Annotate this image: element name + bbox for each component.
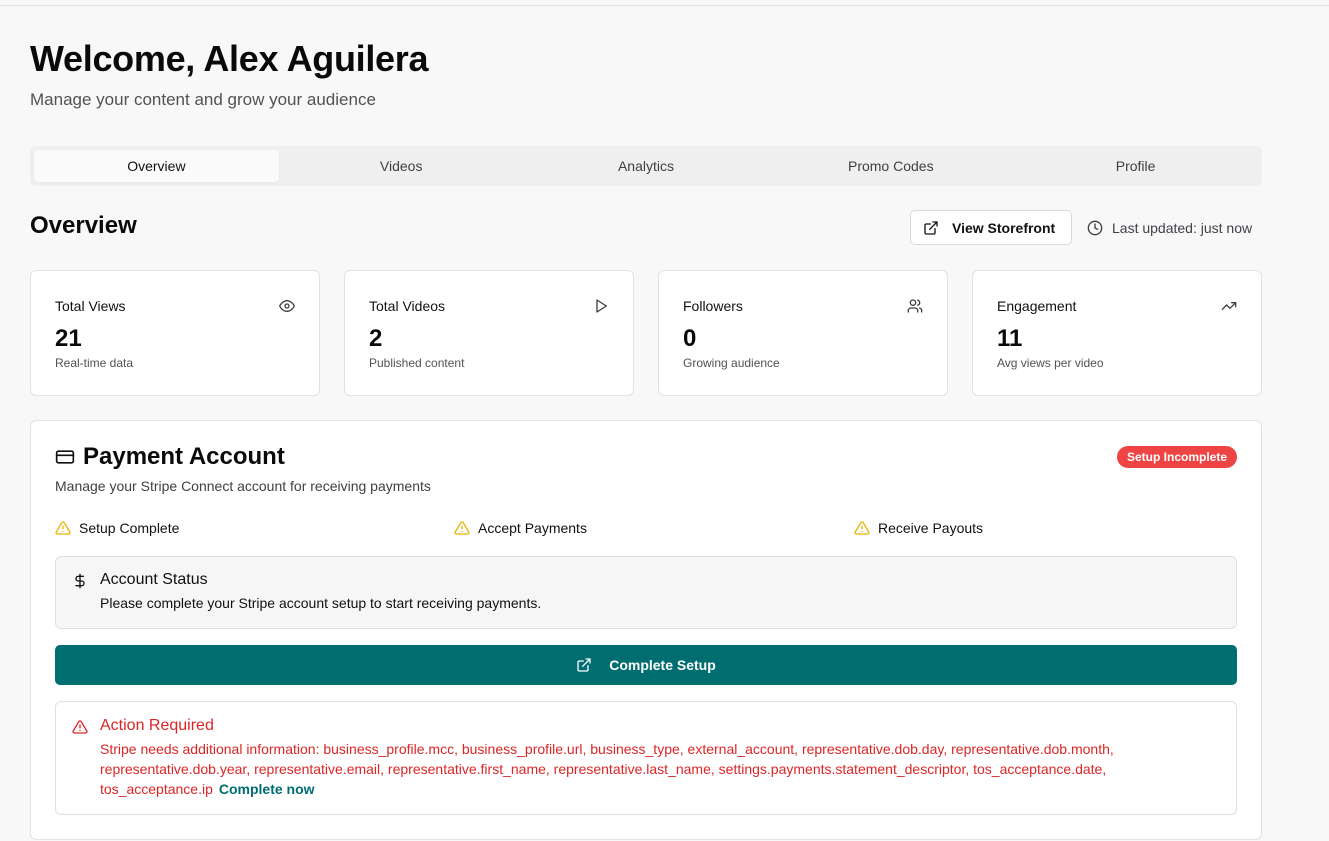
status-badge: Setup Incomplete [1116, 446, 1237, 468]
account-status-title: Account Status [100, 571, 208, 588]
payment-description: Manage your Stripe Connect account for r… [55, 478, 431, 494]
tab-videos[interactable]: Videos [279, 150, 524, 182]
dollar-icon [75, 573, 85, 589]
account-status-box: Account Status Please complete your Stri… [55, 556, 1237, 629]
tab-promo-codes[interactable]: Promo Codes [768, 150, 1013, 182]
clock-icon [1087, 220, 1103, 236]
stat-card-followers: Followers 0 Growing audience [658, 270, 948, 396]
stat-card-engagement: Engagement 11 Avg views per video [972, 270, 1262, 396]
payment-account-card: Payment Account Setup Incomplete Manage … [30, 420, 1262, 840]
check-receive-payouts: Receive Payouts [854, 520, 983, 536]
stat-desc: Avg views per video [997, 356, 1104, 370]
payment-header: Payment Account [55, 443, 285, 471]
play-icon [596, 299, 607, 313]
warning-icon [854, 521, 870, 535]
stat-label: Total Views [55, 298, 126, 314]
warning-icon [55, 521, 71, 535]
stat-card-total-views: Total Views 21 Real-time data [30, 270, 320, 396]
stat-card-total-videos: Total Videos 2 Published content [344, 270, 634, 396]
action-required-text: Stripe needs additional information: bus… [100, 739, 1220, 799]
last-updated: Last updated: just now [1087, 218, 1252, 238]
stat-value: 11 [997, 325, 1023, 352]
warning-icon [454, 521, 470, 535]
overview-title: Overview [30, 212, 137, 239]
welcome-heading: Welcome, Alex Aguilera [30, 38, 429, 79]
check-setup-complete: Setup Complete [55, 520, 179, 536]
credit-card-icon [55, 450, 75, 464]
payment-title: Payment Account [83, 443, 285, 470]
check-label: Setup Complete [79, 520, 180, 536]
check-label: Accept Payments [478, 520, 587, 536]
stat-value: 2 [369, 325, 383, 352]
complete-setup-label: Complete Setup [609, 657, 716, 673]
account-status-text: Please complete your Stripe account setu… [100, 595, 542, 611]
tab-overview[interactable]: Overview [34, 150, 279, 182]
view-storefront-button[interactable]: View Storefront [910, 210, 1072, 245]
eye-icon [279, 300, 295, 312]
dashboard-tabs: Overview Videos Analytics Promo Codes Pr… [30, 146, 1262, 186]
stat-value: 21 [55, 325, 82, 352]
complete-now-link[interactable]: Complete now [219, 781, 315, 797]
complete-setup-button[interactable]: Complete Setup [55, 645, 1237, 685]
action-required-box: Action Required Stripe needs additional … [55, 701, 1237, 815]
stat-desc: Real-time data [55, 356, 134, 370]
check-label: Receive Payouts [878, 520, 984, 536]
tab-analytics[interactable]: Analytics [524, 150, 769, 182]
check-accept-payments: Accept Payments [454, 520, 587, 536]
stat-label: Followers [683, 298, 743, 314]
stat-label: Engagement [997, 298, 1077, 314]
external-link-icon [924, 220, 938, 235]
last-updated-text: Last updated: just now [1112, 220, 1253, 236]
users-icon [907, 299, 923, 313]
tab-profile[interactable]: Profile [1013, 150, 1258, 182]
stat-value: 0 [683, 325, 697, 352]
alert-triangle-icon [72, 720, 88, 734]
action-required-title: Action Required [100, 717, 214, 734]
top-divider [0, 5, 1329, 6]
welcome-subtitle: Manage your content and grow your audien… [30, 90, 376, 109]
stat-desc: Published content [369, 356, 465, 370]
external-link-icon [577, 658, 591, 672]
stat-label: Total Videos [369, 298, 446, 314]
stat-desc: Growing audience [683, 356, 780, 370]
trending-up-icon [1221, 302, 1237, 310]
view-storefront-label: View Storefront [952, 219, 1056, 236]
